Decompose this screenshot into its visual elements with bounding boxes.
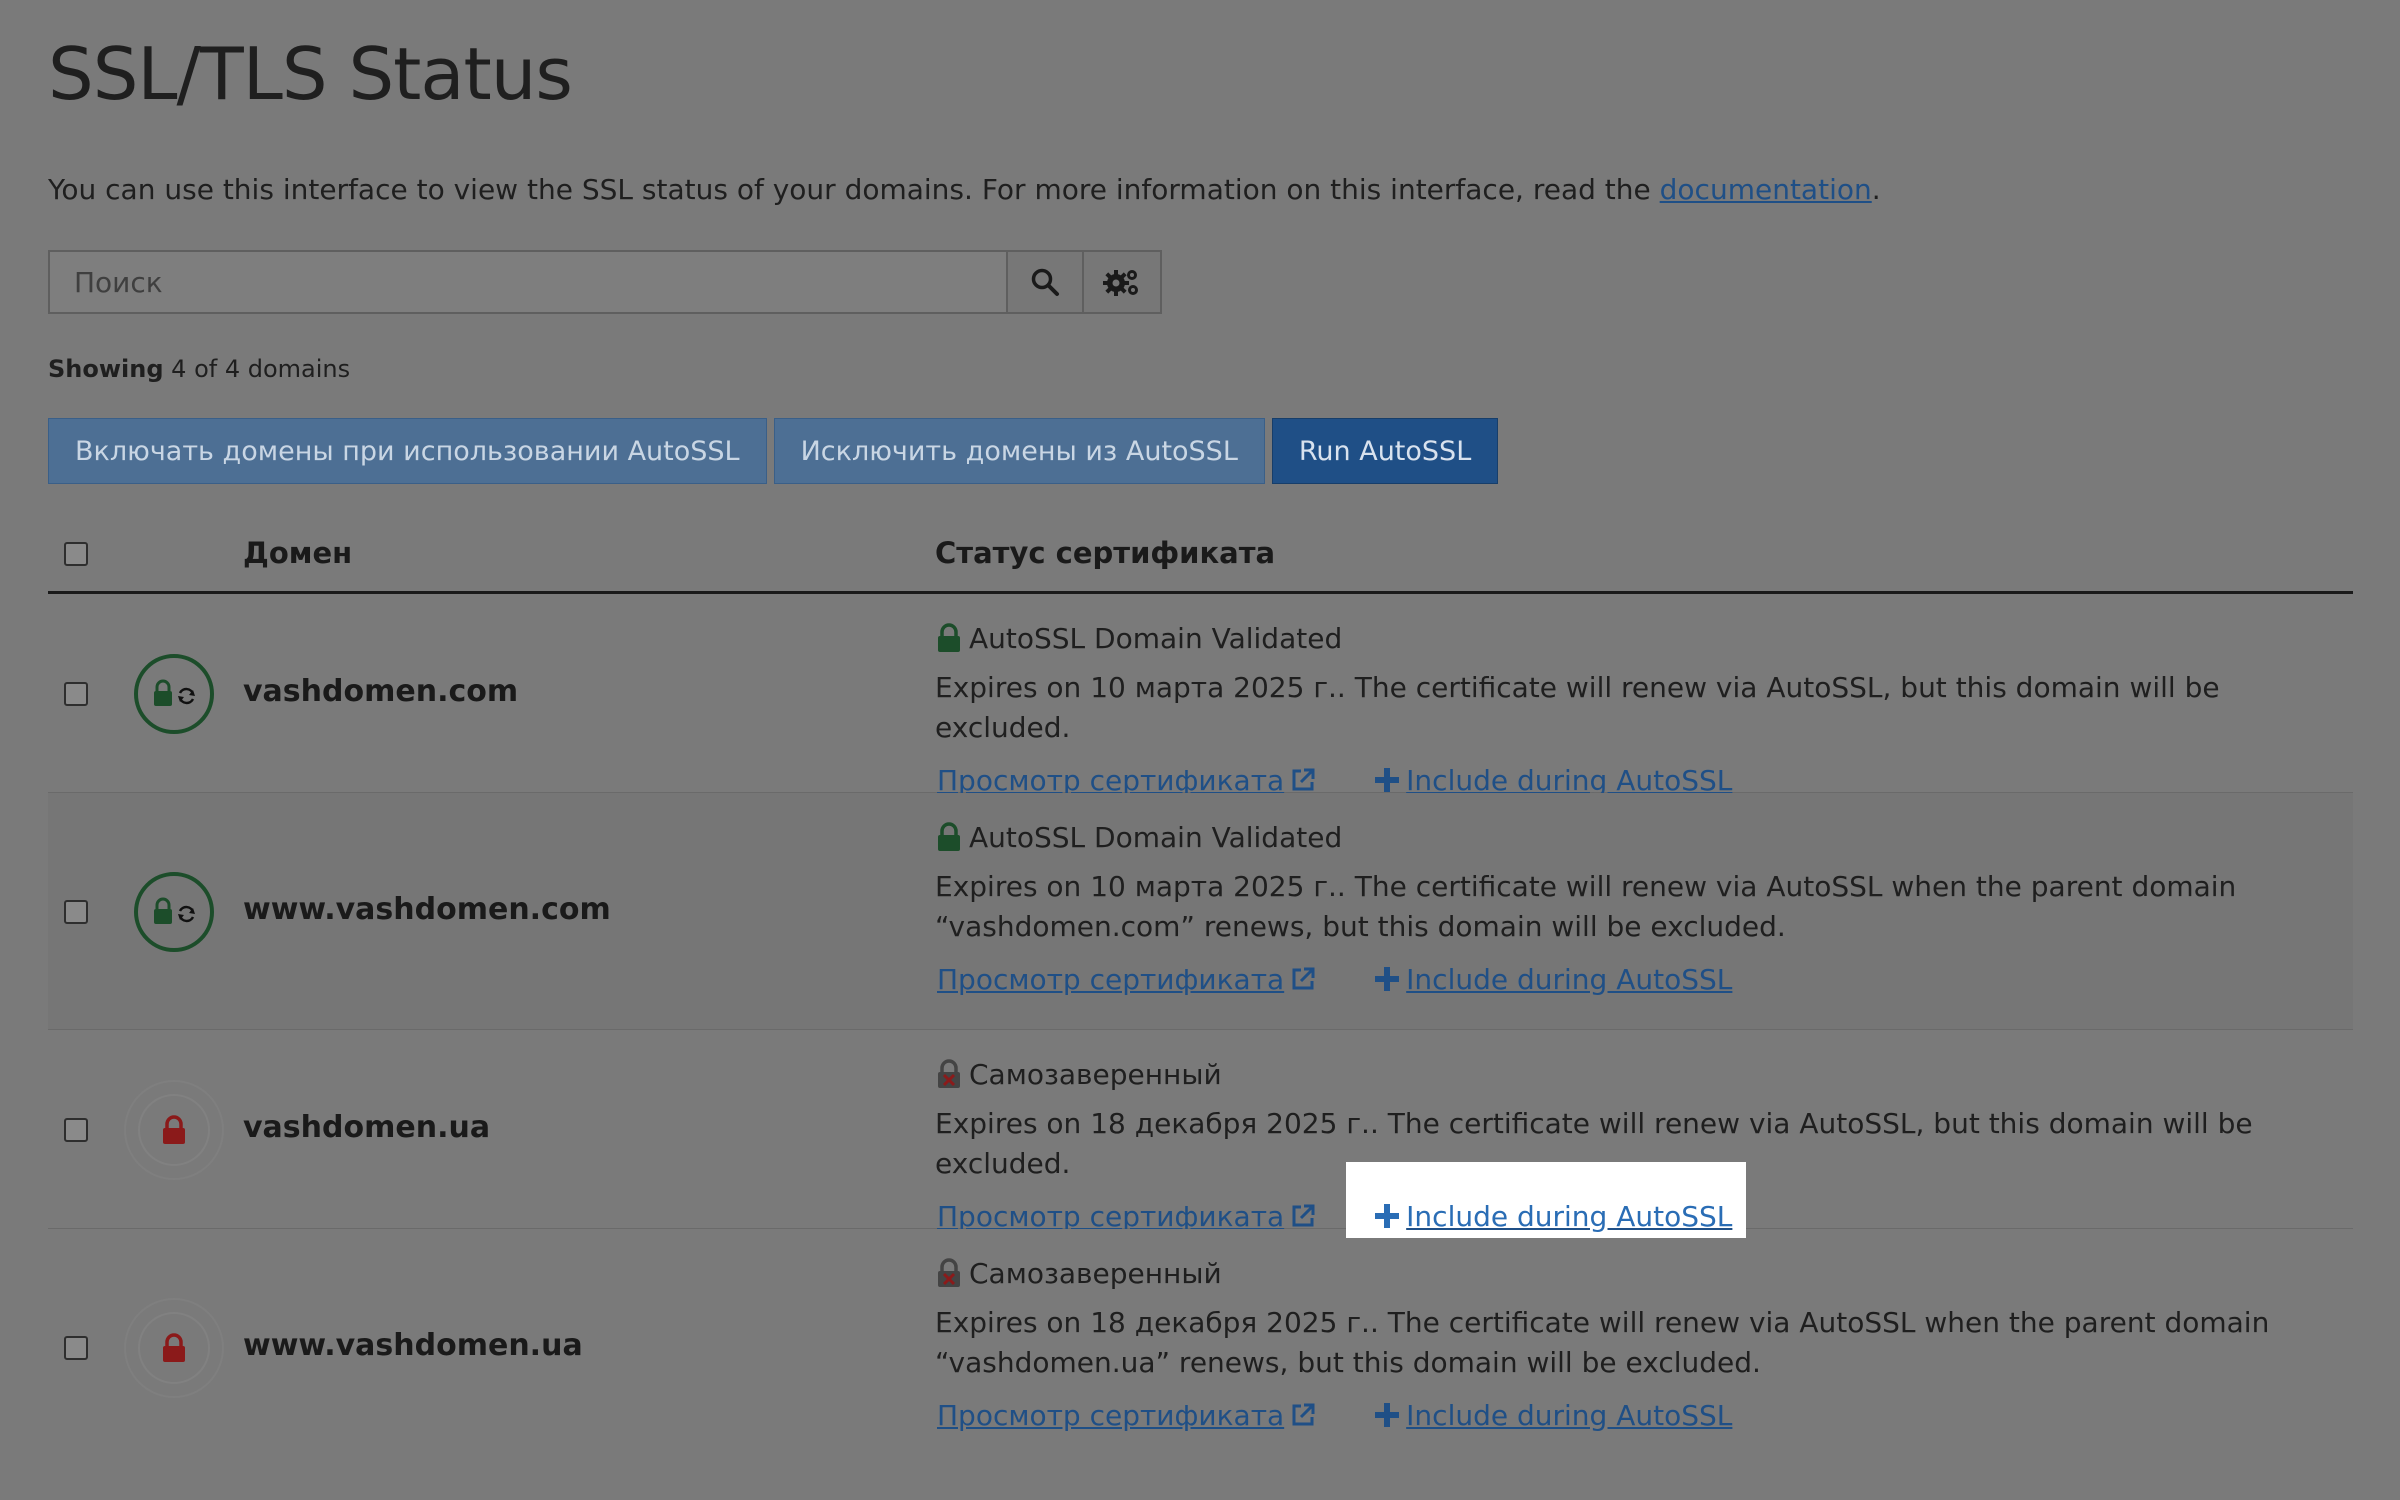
error-status-icon [124,1080,224,1180]
status-description: Expires on 10 марта 2025 г.. The certifi… [935,671,2220,744]
table-row: www.vashdomen.ua Самозаверенный Expires … [48,1229,2353,1466]
lock-renew-icon [154,679,195,706]
domain-name: vashdomen.ua [243,1110,491,1145]
lock-renew-icon [154,897,195,924]
certificate-status: AutoSSL Domain Validated Expires on 10 м… [935,817,2353,999]
intro-text: You can use this interface to view the S… [48,173,1881,206]
view-certificate-label: Просмотр сертификата [937,962,1285,996]
include-label: Include during AutoSSL [1406,962,1733,996]
showing-label: Showing [48,355,164,383]
domain-name: vashdomen.com [243,674,519,709]
include-during-autossl-link-highlighted[interactable]: Include during AutoSSL [1346,1161,1747,1238]
plus-icon [1375,1403,1400,1427]
include-label: Include during AutoSSL [1406,763,1733,797]
external-link-icon [1292,967,1315,990]
self-signed-lock-icon [938,1258,960,1287]
self-signed-lock-icon [938,1059,960,1088]
view-certificate-link[interactable]: Просмотр сертификата [937,1399,1316,1432]
table-row: vashdomen.ua Самозаверенный Expires on 1… [48,1030,2353,1238]
include-label: Include during AutoSSL [1406,1199,1733,1233]
gears-icon [1103,270,1138,296]
lock-icon [938,822,960,851]
certificate-status: Самозаверенный Expires on 18 декабря 202… [935,1253,2353,1435]
error-status-icon [124,1298,224,1398]
column-status: Статус сертификата [935,536,1276,570]
row-checkbox[interactable] [64,900,88,924]
external-link-icon [1292,1403,1315,1426]
intro-sentence: You can use this interface to view the S… [48,173,1660,206]
showing-text: 4 of 4 domains [171,355,351,383]
page-title: SSL/TLS Status [48,32,573,116]
status-description: Expires on 18 декабря 2025 г.. The certi… [935,1306,2270,1379]
lock-icon [163,1333,185,1362]
domain-name: www.vashdomen.ua [243,1328,583,1363]
row-checkbox[interactable] [64,1336,88,1360]
plus-icon [1375,768,1400,792]
external-link-icon [1292,1204,1315,1227]
row-checkbox[interactable] [64,1118,88,1142]
search-input[interactable] [48,250,1006,314]
plus-icon [1375,1204,1400,1228]
table-row: vashdomen.com AutoSSL Domain Validated E… [48,594,2353,797]
domain-name: www.vashdomen.com [243,892,611,927]
lock-icon [938,623,960,652]
include-domains-button[interactable]: Включать домены при использовании AutoSS… [48,418,767,484]
table-row: www.vashdomen.com AutoSSL Domain Validat… [48,793,2353,1030]
row-checkbox[interactable] [64,682,88,706]
status-description: Expires on 10 марта 2025 г.. The certifi… [935,870,2237,943]
status-label: Самозаверенный [969,1256,1222,1290]
view-certificate-link[interactable]: Просмотр сертификата [937,1200,1316,1233]
lock-icon [163,1115,185,1144]
external-link-icon [1292,768,1315,791]
certificate-status: Самозаверенный Expires on 18 декабря 202… [935,1054,2353,1238]
column-domain: Домен [243,536,353,570]
documentation-link[interactable]: documentation [1660,173,1872,206]
search-group [48,250,1162,318]
search-button[interactable] [1006,250,1084,314]
view-certificate-label: Просмотр сертификата [937,763,1285,797]
run-autossl-button[interactable]: Run AutoSSL [1271,418,1499,484]
select-all-checkbox[interactable] [64,542,88,566]
search-icon [1031,268,1059,296]
include-during-autossl-link[interactable]: Include during AutoSSL [1374,963,1732,996]
valid-status-icon [124,862,224,962]
showing-count: Showing 4 of 4 domains [48,355,350,383]
valid-status-icon [124,644,224,744]
include-during-autossl-link[interactable]: Include during AutoSSL [1374,764,1732,797]
view-certificate-label: Просмотр сертификата [937,1199,1285,1233]
view-certificate-link[interactable]: Просмотр сертификата [937,963,1316,996]
status-label: Самозаверенный [969,1057,1222,1091]
table-header: Домен Статус сертификата [48,522,2353,594]
include-label: Include during AutoSSL [1406,1398,1733,1432]
certificate-status: AutoSSL Domain Validated Expires on 10 м… [935,618,2353,800]
view-certificate-label: Просмотр сертификата [937,1398,1285,1432]
actions-toolbar: Включать домены при использовании AutoSS… [48,418,1499,484]
view-certificate-link[interactable]: Просмотр сертификата [937,764,1316,797]
status-label: AutoSSL Domain Validated [969,621,1343,655]
status-label: AutoSSL Domain Validated [969,820,1343,854]
settings-button[interactable] [1084,250,1162,314]
intro-end: . [1871,173,1881,206]
exclude-domains-button[interactable]: Исключить домены из AutoSSL [773,418,1265,484]
plus-icon [1375,967,1400,991]
include-during-autossl-link[interactable]: Include during AutoSSL [1374,1399,1732,1432]
